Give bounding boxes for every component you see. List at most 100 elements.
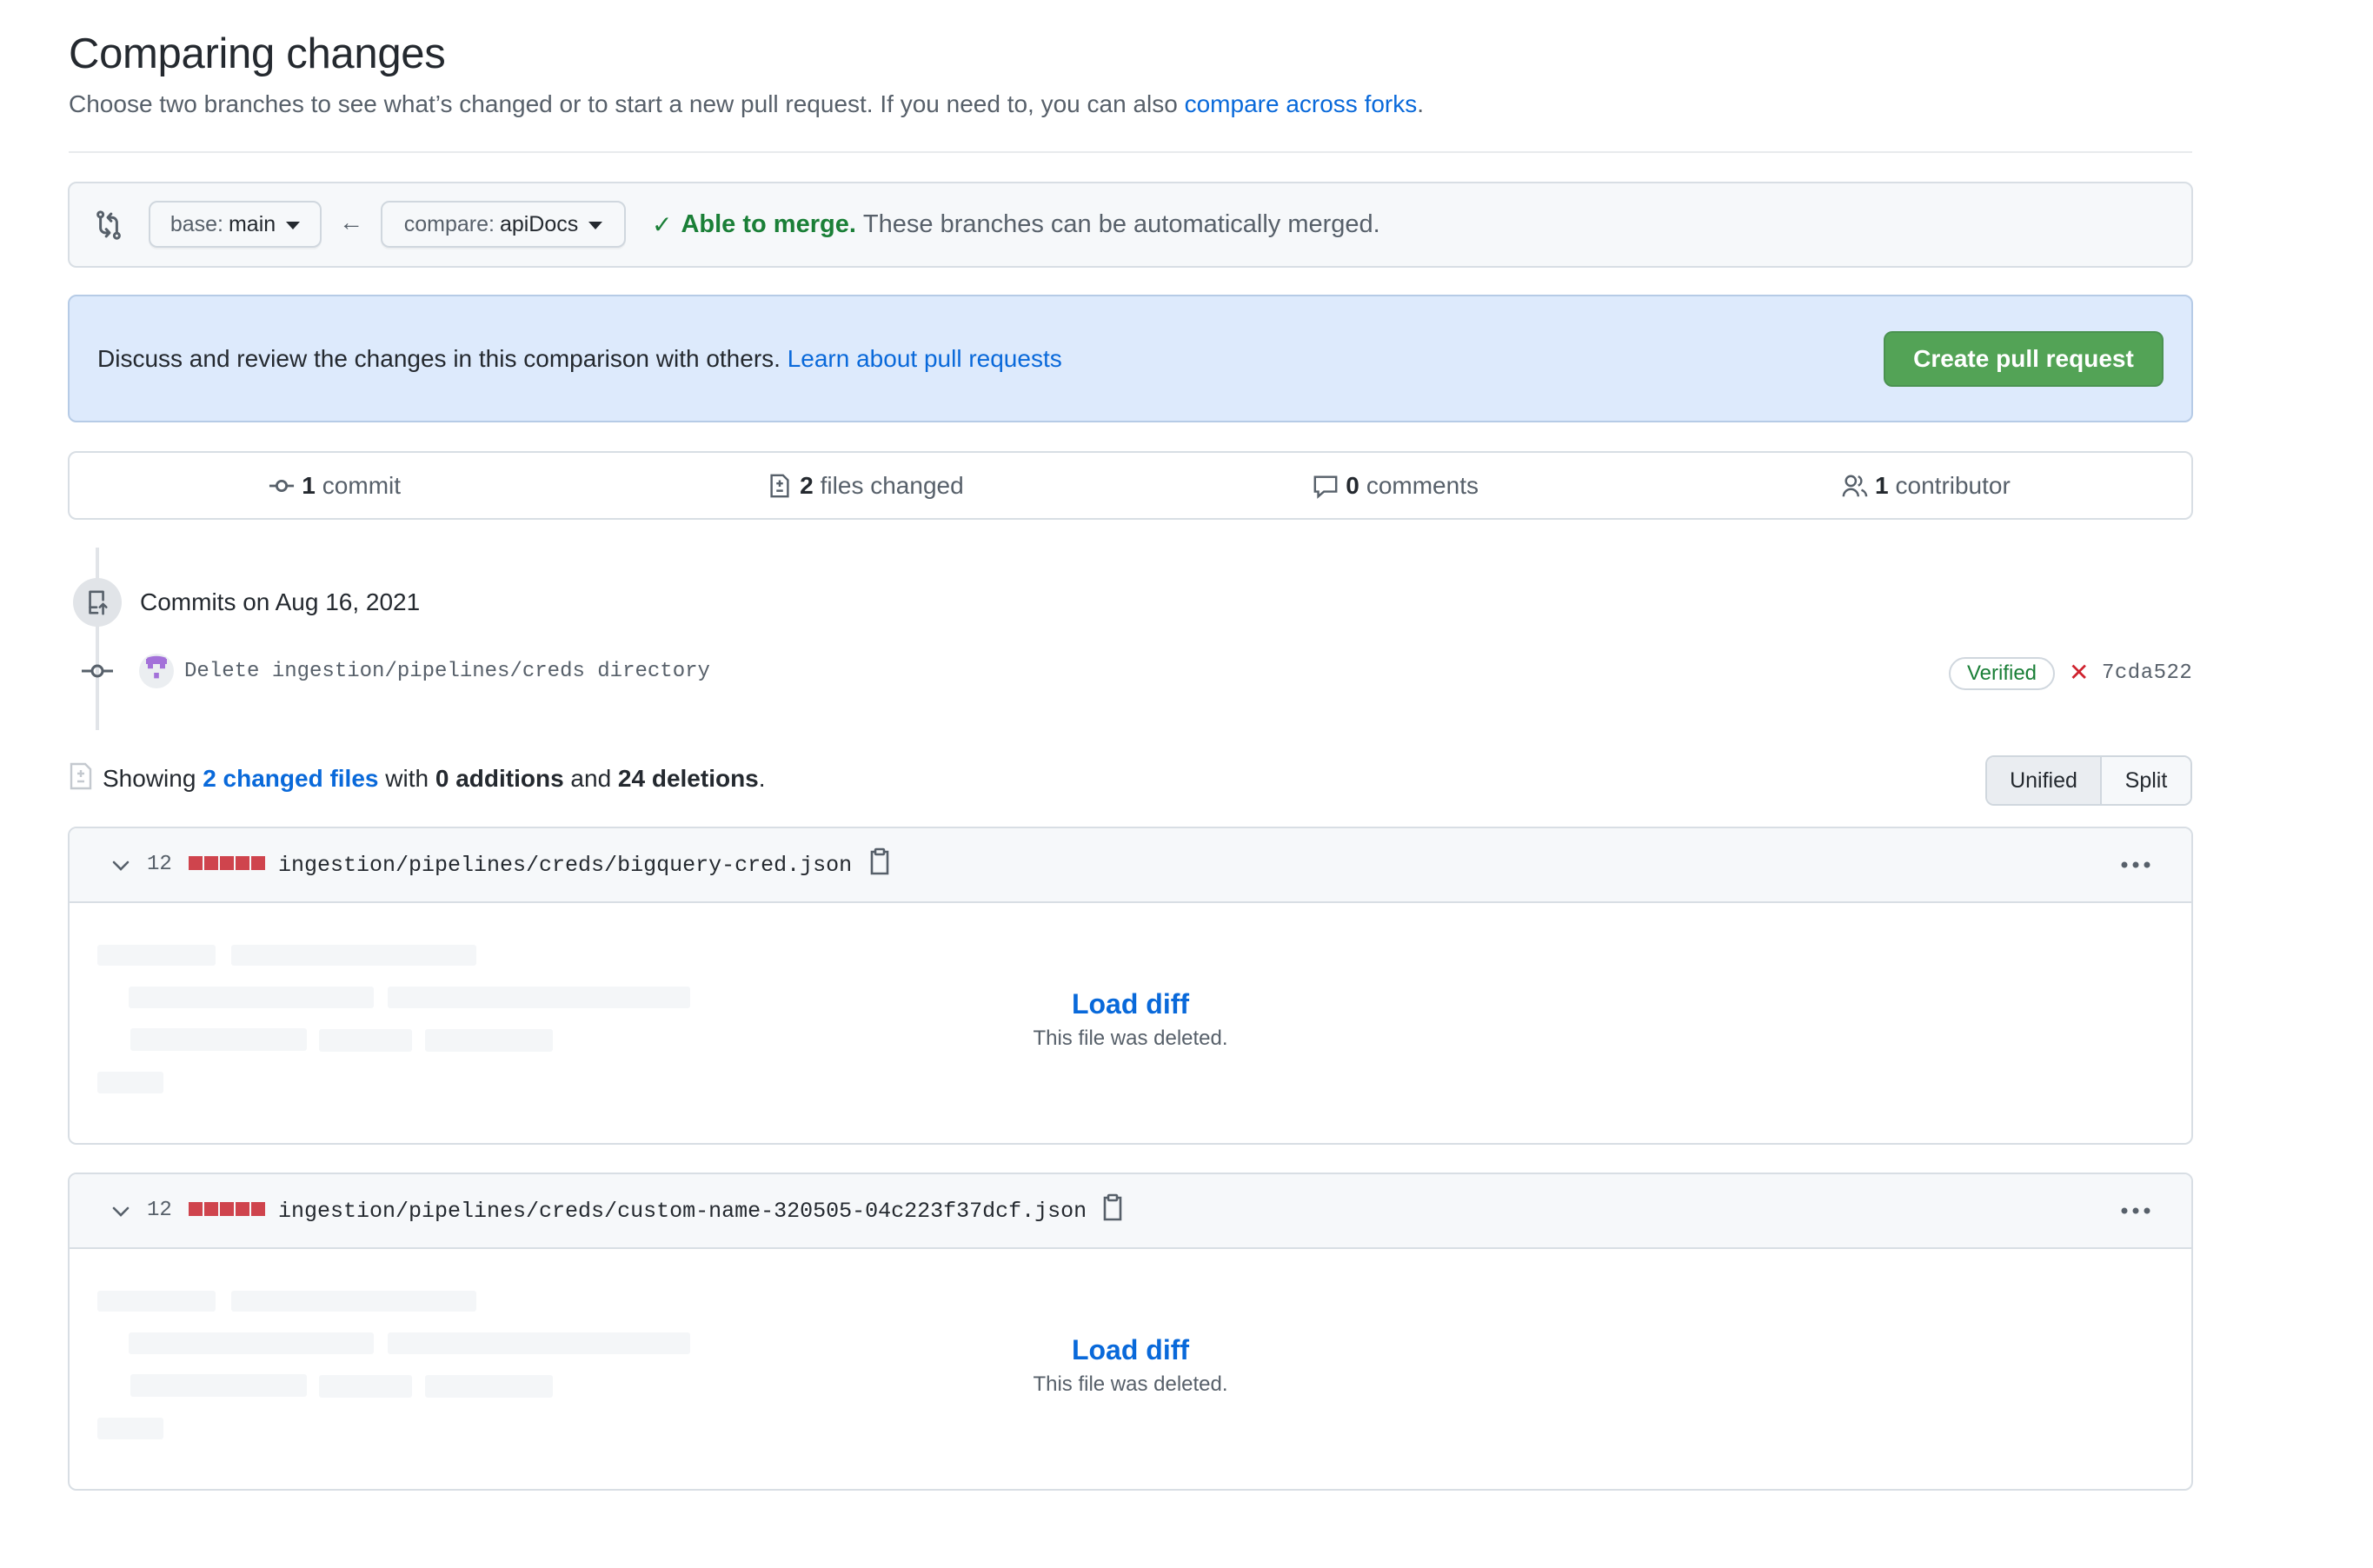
learn-pull-requests-link[interactable]: Learn about pull requests xyxy=(788,345,1062,372)
clipboard-icon[interactable] xyxy=(1102,1193,1123,1221)
base-branch-select[interactable]: base: main xyxy=(149,201,322,248)
stat-commits[interactable]: 1 commit xyxy=(70,453,600,518)
stat-comments-count: 0 xyxy=(1346,471,1359,499)
skeleton-line xyxy=(97,1072,163,1093)
diffstat-bar xyxy=(189,1202,265,1216)
file-diff: 12 ingestion/pipelines/creds/custom-name… xyxy=(68,1173,2193,1491)
commit-sha-link[interactable]: 7cda522 xyxy=(2102,661,2192,685)
stat-files-label: files changed xyxy=(820,471,964,499)
skeleton-line xyxy=(97,945,216,966)
skeleton-line xyxy=(231,945,476,966)
banner-text: Discuss and review the changes in this c… xyxy=(97,345,788,372)
unified-view-button[interactable]: Unified xyxy=(1987,757,2102,804)
identicon-icon xyxy=(146,655,167,679)
stat-files-changed[interactable]: 2 files changed xyxy=(600,453,1130,518)
subtitle-text: Choose two branches to see what’s change… xyxy=(69,90,1185,117)
file-path-link[interactable]: ingestion/pipelines/creds/custom-name-32… xyxy=(278,1199,1087,1224)
kebab-horizontal-icon[interactable] xyxy=(2118,1202,2153,1219)
diffstat-deleted-block xyxy=(189,1202,203,1216)
git-compare-icon xyxy=(96,210,121,240)
commits-date-heading: Commits on Aug 16, 2021 xyxy=(140,588,421,615)
stat-contributors-label: contributor xyxy=(1895,471,2011,499)
comment-icon xyxy=(1313,475,1338,499)
caret-down-icon xyxy=(286,221,301,229)
summary-deletions: 24 deletions xyxy=(617,765,759,792)
page-subtitle: Choose two branches to see what’s change… xyxy=(69,90,1424,118)
summary-with: with xyxy=(378,765,435,792)
file-diff-icon xyxy=(70,762,92,790)
create-pull-request-button[interactable]: Create pull request xyxy=(1884,331,2164,387)
overall-summary: 1 commit 2 files changed 0 comments 1 co… xyxy=(68,451,2193,520)
timeline-line xyxy=(96,548,99,730)
arrow-left-icon: ← xyxy=(339,209,363,236)
merge-status-detail: These branches can be automatically merg… xyxy=(862,210,1380,238)
load-diff-link[interactable]: Load diff xyxy=(70,1334,2191,1366)
stat-files-count: 2 xyxy=(800,471,814,499)
changed-files-link[interactable]: 2 changed files xyxy=(203,765,378,792)
diffstat-deleted-block xyxy=(251,856,265,870)
banner-message: Discuss and review the changes in this c… xyxy=(97,345,1062,373)
kebab-horizontal-icon[interactable] xyxy=(2118,856,2153,874)
base-branch-name: main xyxy=(228,211,276,236)
summary-additions: 0 additions xyxy=(435,765,564,792)
stat-comments-label: comments xyxy=(1366,471,1479,499)
compare-branch-name: apiDocs xyxy=(499,211,579,236)
repo-push-icon xyxy=(89,590,108,615)
base-label: base: xyxy=(170,211,223,236)
file-change-count: 12 xyxy=(147,1199,172,1222)
file-change-count: 12 xyxy=(147,853,172,876)
stat-commits-count: 1 xyxy=(302,471,316,499)
people-icon xyxy=(1842,475,1868,496)
diff-summary: Showing 2 changed files with 0 additions… xyxy=(103,765,766,793)
diffstat-deleted-block xyxy=(251,1202,265,1216)
summary-showing: Showing xyxy=(103,765,203,792)
summary-and: and xyxy=(563,765,618,792)
diffstat-deleted-block xyxy=(189,856,203,870)
x-status-icon[interactable]: ✕ xyxy=(2069,658,2089,687)
chevron-down-icon[interactable] xyxy=(111,860,130,872)
commit-icon xyxy=(82,664,113,678)
check-icon: ✓ xyxy=(652,211,673,238)
split-view-button[interactable]: Split xyxy=(2102,757,2190,804)
merge-status-ok: Able to merge. xyxy=(681,210,856,238)
diffstat-deleted-block xyxy=(236,856,249,870)
stat-commits-label: commit xyxy=(322,471,402,499)
clipboard-icon[interactable] xyxy=(869,847,890,875)
load-diff-link[interactable]: Load diff xyxy=(70,988,2191,1020)
file-diff: 12 ingestion/pipelines/creds/bigquery-cr… xyxy=(68,827,2193,1145)
file-header: 12 ingestion/pipelines/creds/custom-name… xyxy=(70,1174,2191,1249)
header-divider xyxy=(69,151,2192,153)
diffstat-bar xyxy=(189,856,265,870)
stat-comments[interactable]: 0 comments xyxy=(1131,453,1661,518)
stat-contributors[interactable]: 1 contributor xyxy=(1661,453,2191,518)
diffstat-deleted-block xyxy=(220,1202,234,1216)
summary-end: . xyxy=(758,765,766,792)
file-header: 12 ingestion/pipelines/creds/bigquery-cr… xyxy=(70,828,2191,903)
avatar[interactable] xyxy=(139,654,174,688)
file-path-link[interactable]: ingestion/pipelines/creds/bigquery-cred.… xyxy=(278,853,852,878)
merge-status: ✓ Able to merge. These branches can be a… xyxy=(652,210,1380,239)
commit-message-link[interactable]: Delete ingestion/pipelines/creds directo… xyxy=(184,660,710,683)
verified-badge[interactable]: Verified xyxy=(1949,657,2055,690)
diffstat-deleted-block xyxy=(204,1202,218,1216)
skeleton-line xyxy=(231,1291,476,1312)
file-diff-icon xyxy=(770,474,789,497)
compare-across-forks-link[interactable]: compare across forks xyxy=(1185,90,1418,117)
diffstat-deleted-block xyxy=(204,856,218,870)
diffstat-deleted-block xyxy=(220,856,234,870)
file-deleted-note: This file was deleted. xyxy=(1033,1027,1228,1050)
skeleton-line xyxy=(97,1418,163,1439)
skeleton-line xyxy=(97,1291,216,1312)
file-deleted-note: This file was deleted. xyxy=(1033,1372,1228,1396)
caret-down-icon xyxy=(588,221,603,229)
diff-view-toggle: Unified Split xyxy=(1985,755,2192,806)
subtitle-period: . xyxy=(1417,90,1425,117)
diffstat-deleted-block xyxy=(236,1202,249,1216)
commit-icon xyxy=(269,479,295,492)
repo-push-badge xyxy=(73,578,122,627)
page-title: Comparing changes xyxy=(69,30,446,77)
stat-contributors-count: 1 xyxy=(1874,471,1889,499)
compare-branch-select[interactable]: compare: apiDocs xyxy=(381,201,626,248)
chevron-down-icon[interactable] xyxy=(111,1206,130,1218)
compare-label: compare: xyxy=(403,211,495,236)
